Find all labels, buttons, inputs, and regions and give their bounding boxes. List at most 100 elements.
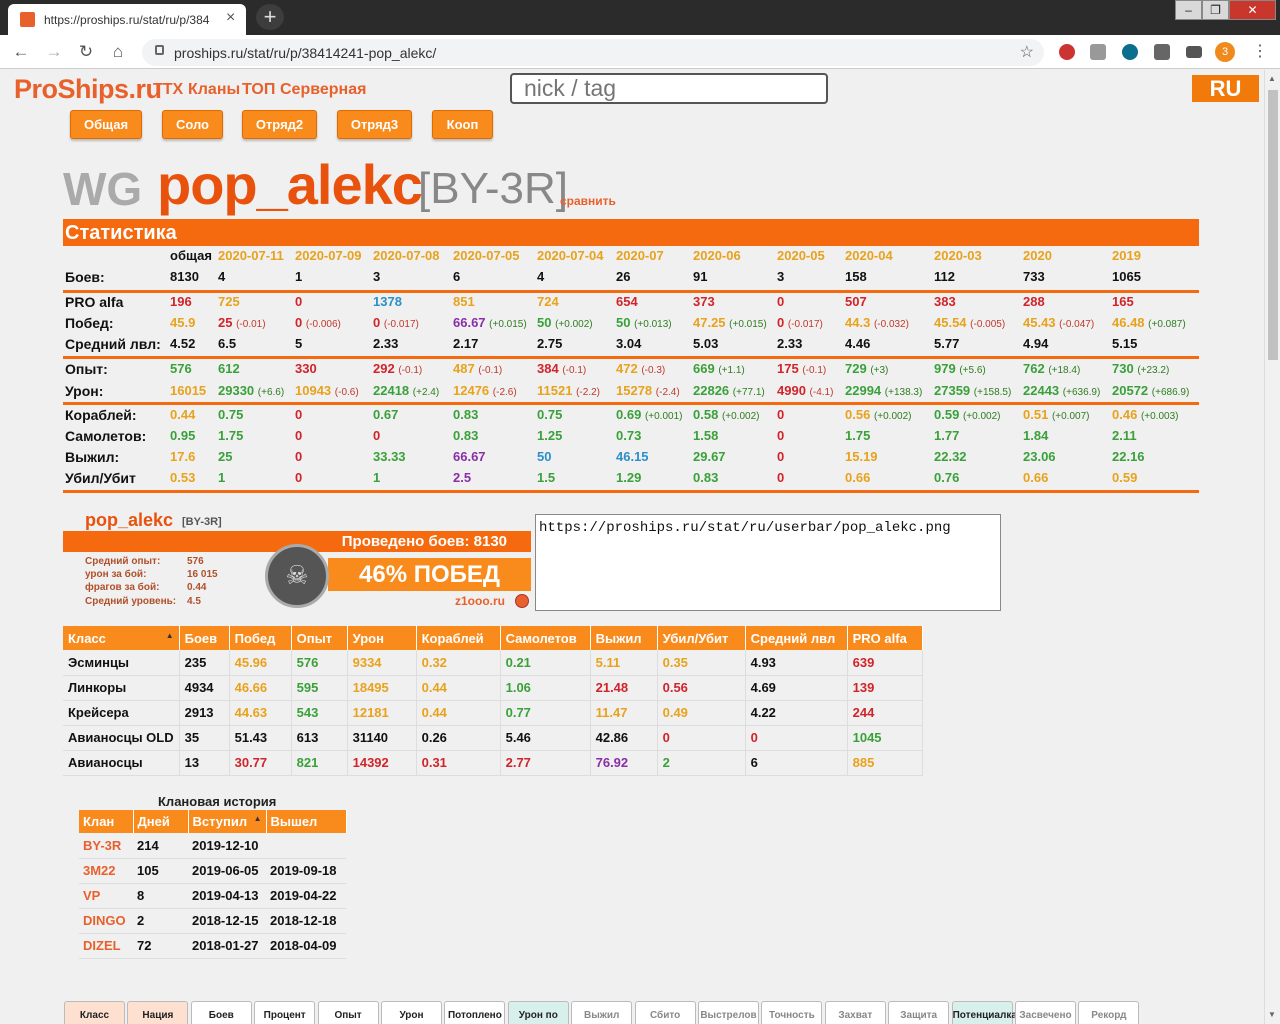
nav-server[interactable]: Серверная — [280, 81, 366, 99]
forward-icon[interactable]: → — [43, 41, 65, 63]
tab-division3[interactable]: Отряд3 — [337, 110, 412, 139]
bottom-tab[interactable]: Захват — [824, 1001, 886, 1024]
column-header[interactable]: Выжил — [590, 626, 658, 650]
site-logo[interactable]: ProShips.ru — [14, 74, 162, 105]
bottom-tab[interactable]: Потоплено — [444, 1001, 506, 1024]
stats-value: 29.67 — [693, 449, 726, 464]
stats-delta: (-0.1) — [478, 365, 503, 376]
stats-cell: 4.52 — [170, 336, 195, 351]
column-header[interactable]: Вышел — [266, 810, 347, 833]
extension-icon[interactable] — [1090, 44, 1106, 60]
column-header[interactable]: PRO alfa — [847, 626, 923, 650]
bottom-tab[interactable]: Класс — [64, 1001, 125, 1024]
media-icon[interactable] — [1186, 46, 1202, 58]
stats-value: 66.67 — [453, 315, 486, 330]
column-header[interactable]: Боев — [179, 626, 230, 650]
bottom-tab[interactable]: Процент — [254, 1001, 316, 1024]
column-header[interactable]: Урон — [347, 626, 417, 650]
bottom-tab[interactable]: Нация — [127, 1001, 189, 1024]
bottom-tab[interactable]: Урон — [381, 1001, 442, 1024]
stats-cell: 44.3 (-0.032) — [845, 315, 909, 330]
compare-link[interactable]: сравнить — [560, 194, 616, 208]
tab-division2[interactable]: Отряд2 — [242, 110, 317, 139]
stats-value: 384 — [537, 361, 559, 376]
stats-value: 4.52 — [170, 336, 196, 351]
sort-asc-icon[interactable]: ▲ — [166, 631, 174, 640]
bottom-tab[interactable]: Засвечено — [1015, 1001, 1076, 1024]
bottom-tab[interactable]: Опыт — [317, 1001, 379, 1024]
stats-delta: (+1.1) — [718, 365, 745, 376]
nav-clans[interactable]: Кланы — [188, 81, 240, 99]
column-header[interactable]: Кораблей — [416, 626, 501, 650]
clan-tag-link[interactable]: DINGO — [79, 908, 133, 934]
clan-tag-link[interactable]: 3M22 — [79, 858, 133, 884]
stats-value: 33.33 — [373, 449, 406, 464]
table-cell: 214 — [133, 833, 188, 859]
kebab-menu-icon[interactable]: ⋮ — [1252, 41, 1268, 61]
stats-value: 0.56 — [845, 407, 871, 422]
stats-cell: 0.46 (+0.003) — [1112, 407, 1178, 422]
stats-value: 0 — [777, 449, 785, 464]
address-bar[interactable]: proships.ru/stat/ru/p/38414241-pop_alekc… — [142, 39, 1044, 66]
clan-row: DINGO 2 2018-12-15 2018-12-18 — [79, 908, 346, 934]
scroll-up-icon[interactable]: ▲ — [1268, 74, 1276, 83]
bottom-tab[interactable]: Защита — [888, 1001, 950, 1024]
reload-icon[interactable]: ↻ — [75, 41, 97, 63]
back-icon[interactable]: ← — [10, 41, 32, 63]
column-header[interactable]: Вступил ▲ — [188, 810, 267, 833]
clan-row: 3M22 105 2019-06-05 2019-09-18 — [79, 858, 346, 884]
language-button[interactable]: RU — [1192, 75, 1259, 102]
clan-tag-link[interactable]: DIZEL — [79, 933, 133, 959]
tab-general[interactable]: Общая — [70, 110, 142, 139]
stats-cell: 17.6 — [170, 449, 195, 464]
scroll-down-icon[interactable]: ▼ — [1268, 1010, 1276, 1019]
clan-tag-link[interactable]: VP — [79, 883, 133, 909]
bottom-tab[interactable]: Выжил — [571, 1001, 633, 1024]
tab-solo[interactable]: Соло — [162, 110, 223, 139]
bottom-tab[interactable]: Боев — [190, 1001, 252, 1024]
browser-tab[interactable]: https://proships.ru/stat/ru/p/384 × — [8, 4, 246, 35]
puzzle-extensions-icon[interactable] — [1154, 44, 1170, 60]
extension-icon[interactable] — [1122, 44, 1138, 60]
bookmark-star-icon[interactable]: ☆ — [1020, 42, 1034, 62]
stats-cell: 3.04 — [616, 336, 641, 351]
table-cell: 5.46 — [500, 725, 591, 751]
player-clan-tag[interactable]: [BY-3R] — [418, 164, 568, 214]
maximize-button[interactable]: ❐ — [1202, 0, 1229, 20]
profile-avatar[interactable]: 3 — [1215, 42, 1235, 62]
bottom-tab[interactable]: Точность — [761, 1001, 823, 1024]
column-header[interactable]: Средний лвл — [745, 626, 848, 650]
new-tab-button[interactable]: + — [256, 4, 284, 30]
bottom-tab[interactable]: Рекорд — [1078, 1001, 1140, 1024]
minimize-button[interactable]: – — [1175, 0, 1202, 20]
bottom-tab[interactable]: Выстрелов — [698, 1001, 759, 1024]
scrollbar[interactable]: ▲ ▼ — [1264, 70, 1280, 1024]
sort-column-class[interactable]: Класс ▲ — [63, 626, 180, 650]
stats-column-header: 2020-07-09 — [295, 248, 362, 263]
stats-value: 10943 — [295, 383, 332, 398]
nav-top[interactable]: ТОП — [242, 81, 275, 99]
search-input[interactable] — [510, 73, 828, 104]
bottom-tab[interactable]: Сбито — [634, 1001, 696, 1024]
column-header[interactable]: Побед — [229, 626, 292, 650]
stats-cell: 22443 (+636.9) — [1023, 383, 1100, 398]
table-cell: 5.11 — [590, 650, 658, 676]
userbar-url-field[interactable]: https://proships.ru/stat/ru/userbar/pop_… — [535, 514, 1001, 611]
adblock-extension-icon[interactable] — [1059, 44, 1075, 60]
scrollbar-thumb[interactable] — [1268, 90, 1278, 360]
nav-ttx[interactable]: ТТХ — [153, 81, 183, 99]
column-header[interactable]: Клан — [79, 810, 134, 833]
bottom-tab[interactable]: Потенциалка — [951, 1001, 1017, 1024]
column-header[interactable]: Самолетов — [500, 626, 591, 650]
close-window-button[interactable]: ✕ — [1229, 0, 1276, 20]
clan-tag-link[interactable]: BY-3R — [79, 833, 133, 859]
column-header[interactable]: Опыт — [291, 626, 348, 650]
column-header[interactable]: Дней — [133, 810, 189, 833]
stats-value: 20572 — [1112, 383, 1149, 398]
home-icon[interactable]: ⌂ — [107, 41, 129, 63]
bottom-tab[interactable]: Урон по — [507, 1001, 569, 1024]
sort-asc-icon[interactable]: ▲ — [254, 814, 262, 823]
close-tab-icon[interactable]: × — [226, 9, 235, 27]
tab-coop[interactable]: Кооп — [432, 110, 493, 139]
column-header[interactable]: Убил/Убит — [657, 626, 746, 650]
